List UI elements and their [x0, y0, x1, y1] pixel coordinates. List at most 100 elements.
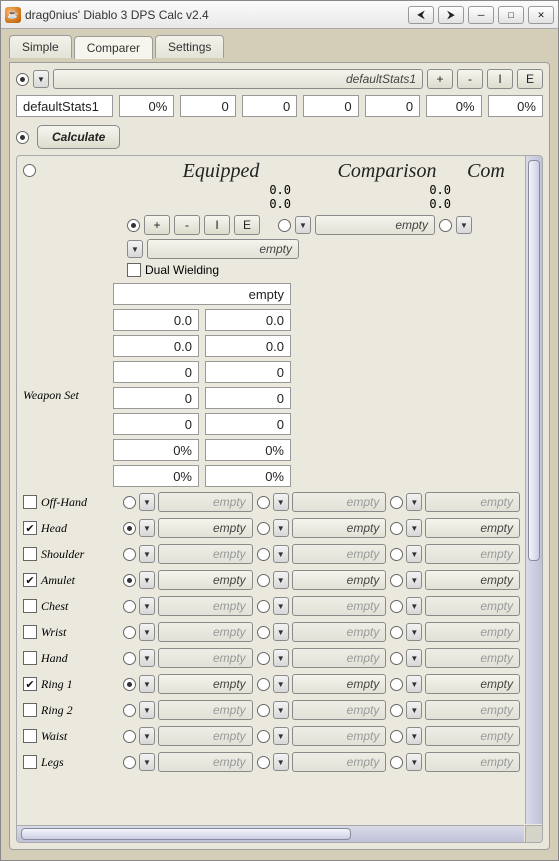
cmp2-dropdown-arrow[interactable]: ▼ — [456, 216, 472, 234]
slot-checkbox[interactable] — [23, 651, 37, 665]
stats-export-button[interactable]: E — [517, 69, 543, 89]
chevron-down-icon[interactable]: ▼ — [406, 675, 422, 693]
slot-combo[interactable]: empty — [158, 674, 253, 694]
slot-combo[interactable]: empty — [425, 518, 520, 538]
slot-checkbox[interactable] — [23, 547, 37, 561]
slot-combo[interactable]: empty — [158, 518, 253, 538]
maximize-button[interactable]: ☐ — [498, 6, 524, 24]
eq-minus[interactable]: - — [174, 215, 200, 235]
stats-dropdown-arrow[interactable]: ▼ — [33, 70, 49, 88]
slot-radio[interactable] — [257, 522, 270, 535]
stats-val-1[interactable]: 0 — [180, 95, 235, 117]
slot-combo[interactable]: empty — [158, 570, 253, 590]
cmp-combo[interactable]: empty — [315, 215, 435, 235]
weapon-a-4[interactable]: 0 — [113, 413, 199, 435]
stats-val-4[interactable]: 0 — [365, 95, 420, 117]
vscroll-thumb[interactable] — [528, 160, 540, 561]
cmp-radio[interactable] — [278, 219, 291, 232]
weapon-a-3[interactable]: 0 — [113, 387, 199, 409]
minimize-button[interactable]: — — [468, 6, 494, 24]
stats-val-0[interactable]: 0% — [119, 95, 174, 117]
slot-group: ▼empty — [257, 726, 387, 746]
tab-settings[interactable]: Settings — [155, 35, 224, 58]
prev-window-button[interactable]: ⮜ — [408, 6, 434, 24]
slot-combo[interactable]: empty — [292, 674, 387, 694]
eq-plus[interactable]: + — [144, 215, 170, 235]
slot-checkbox[interactable] — [23, 703, 37, 717]
weapon-b-2[interactable]: 0 — [205, 361, 291, 383]
hscroll-thumb[interactable] — [21, 828, 351, 840]
slot-combo[interactable]: empty — [292, 570, 387, 590]
weapon-b-0[interactable]: 0.0 — [205, 309, 291, 331]
stats-remove-button[interactable]: - — [457, 69, 483, 89]
slot-checkbox[interactable] — [23, 625, 37, 639]
slot-combo[interactable]: empty — [425, 570, 520, 590]
weapon-a-5[interactable]: 0% — [113, 439, 199, 461]
slot-radio[interactable] — [390, 522, 403, 535]
stats-val-3[interactable]: 0 — [303, 95, 358, 117]
eq-import[interactable]: I — [204, 215, 230, 235]
chevron-down-icon[interactable]: ▼ — [139, 571, 155, 589]
slot-checkbox[interactable]: ✔ — [23, 677, 37, 691]
slot-checkbox[interactable] — [23, 599, 37, 613]
stats-val-6[interactable]: 0% — [488, 95, 543, 117]
stats-combo[interactable]: defaultStats1 — [53, 69, 423, 89]
chevron-down-icon: ▼ — [273, 545, 289, 563]
eq-export[interactable]: E — [234, 215, 260, 235]
eq-select-arrow[interactable]: ▼ — [127, 240, 143, 258]
chevron-down-icon[interactable]: ▼ — [406, 519, 422, 537]
weapon-b-5[interactable]: 0% — [205, 439, 291, 461]
chevron-down-icon[interactable]: ▼ — [273, 519, 289, 537]
slot-checkbox[interactable]: ✔ — [23, 521, 37, 535]
eq-combo[interactable]: empty — [147, 239, 299, 259]
calc-radio[interactable] — [16, 131, 29, 144]
slot-combo[interactable]: empty — [425, 674, 520, 694]
weapon-b-4[interactable]: 0 — [205, 413, 291, 435]
slot-combo[interactable]: empty — [292, 518, 387, 538]
horizontal-scrollbar[interactable] — [17, 825, 524, 842]
dual-wielding-checkbox[interactable] — [127, 263, 141, 277]
eq-radio[interactable] — [127, 219, 140, 232]
weapon-a-0[interactable]: 0.0 — [113, 309, 199, 331]
vertical-scrollbar[interactable] — [525, 156, 542, 824]
slot-checkbox[interactable]: ✔ — [23, 573, 37, 587]
weapon-name-field[interactable]: empty — [113, 283, 291, 305]
stats-radio[interactable] — [16, 73, 29, 86]
tab-comparer[interactable]: Comparer — [74, 36, 153, 59]
stats-val-5[interactable]: 0% — [426, 95, 481, 117]
weapon-a-1[interactable]: 0.0 — [113, 335, 199, 357]
slot-radio — [123, 626, 136, 639]
slot-checkbox[interactable] — [23, 495, 37, 509]
stats-name-field[interactable]: defaultStats1 — [16, 95, 113, 117]
slot-radio[interactable] — [390, 678, 403, 691]
group-radio[interactable] — [23, 164, 36, 177]
chevron-down-icon[interactable]: ▼ — [273, 571, 289, 589]
weapon-b-6[interactable]: 0% — [205, 465, 291, 487]
chevron-down-icon[interactable]: ▼ — [273, 675, 289, 693]
weapon-b-1[interactable]: 0.0 — [205, 335, 291, 357]
cmp-dropdown-arrow[interactable]: ▼ — [295, 216, 311, 234]
next-window-button[interactable]: ⮞ — [438, 6, 464, 24]
close-button[interactable]: ✕ — [528, 6, 554, 24]
slot-radio[interactable] — [123, 522, 136, 535]
weapon-a-6[interactable]: 0% — [113, 465, 199, 487]
slot-radio[interactable] — [390, 574, 403, 587]
tab-simple[interactable]: Simple — [9, 35, 72, 58]
stats-add-button[interactable]: + — [427, 69, 453, 89]
stats-val-2[interactable]: 0 — [242, 95, 297, 117]
slot-radio[interactable] — [123, 574, 136, 587]
weapon-b-3[interactable]: 0 — [205, 387, 291, 409]
chevron-down-icon[interactable]: ▼ — [139, 519, 155, 537]
slot-radio[interactable] — [257, 574, 270, 587]
chevron-down-icon[interactable]: ▼ — [406, 571, 422, 589]
slot-name: Chest — [41, 599, 119, 614]
weapon-a-2[interactable]: 0 — [113, 361, 199, 383]
slot-checkbox[interactable] — [23, 729, 37, 743]
slot-checkbox[interactable] — [23, 755, 37, 769]
chevron-down-icon[interactable]: ▼ — [139, 675, 155, 693]
calculate-button[interactable]: Calculate — [37, 125, 120, 149]
slot-radio[interactable] — [257, 678, 270, 691]
cmp2-radio[interactable] — [439, 219, 452, 232]
slot-radio[interactable] — [123, 678, 136, 691]
stats-import-button[interactable]: I — [487, 69, 513, 89]
